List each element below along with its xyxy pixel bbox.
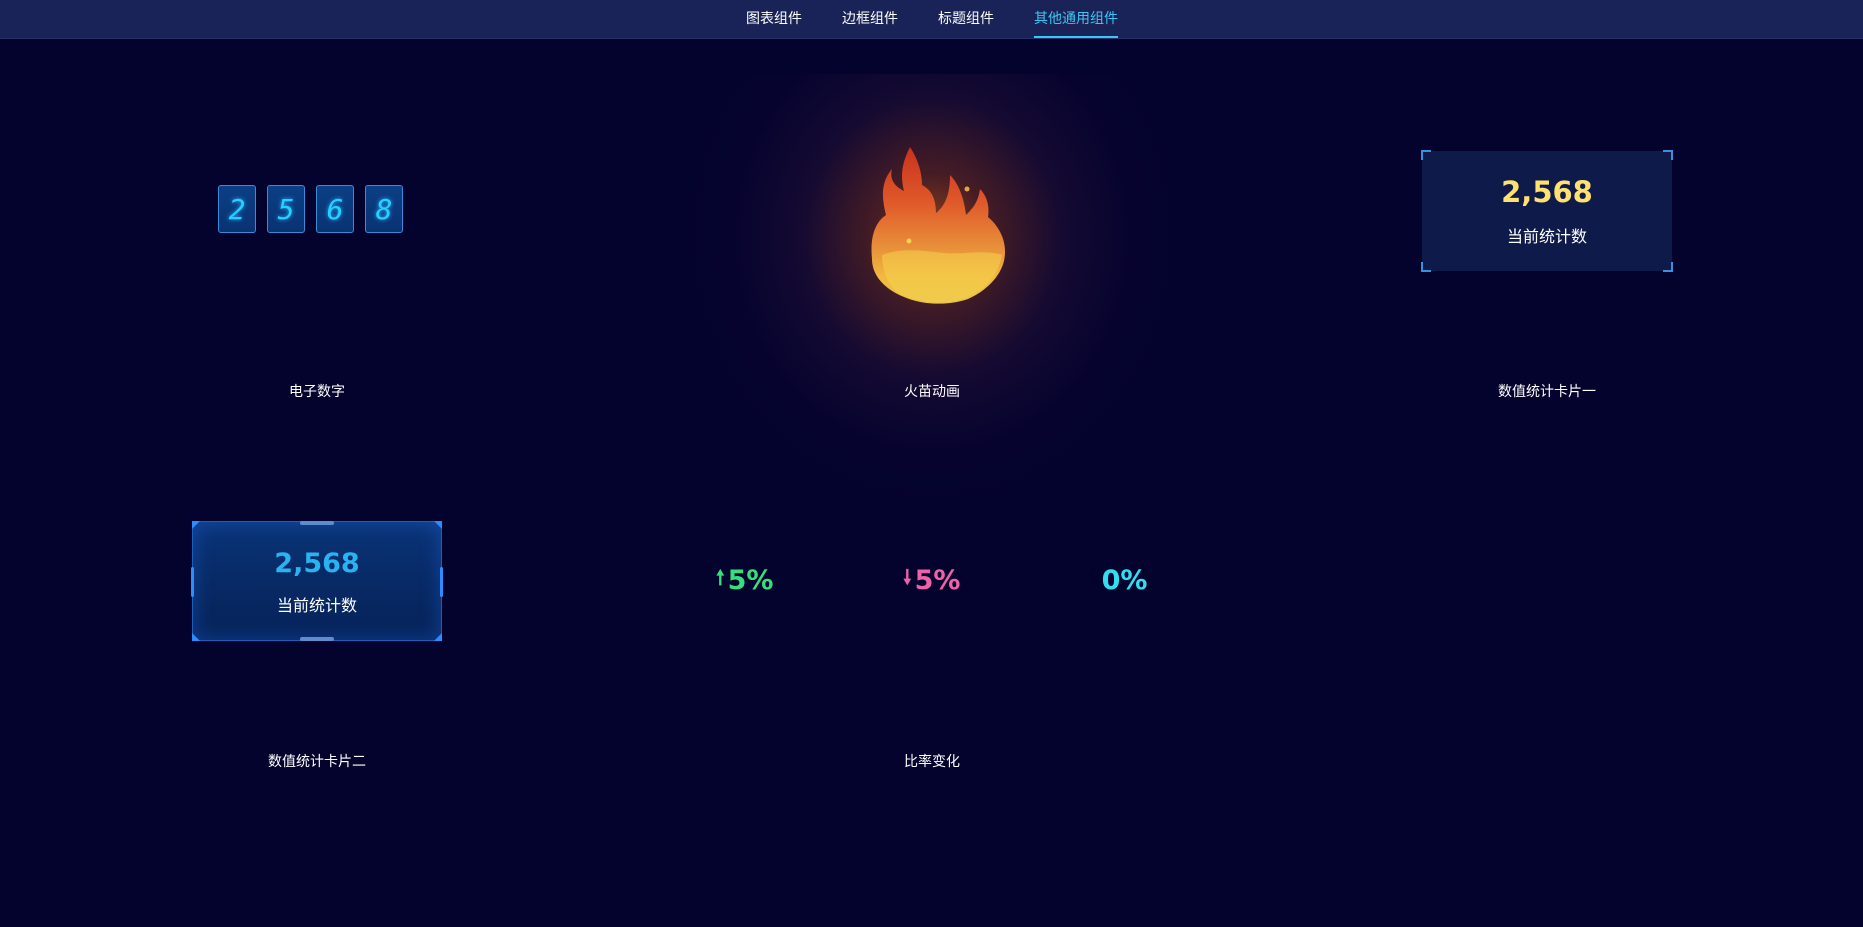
tab-border-components[interactable]: 边框组件 [842,0,898,38]
tab-title-components[interactable]: 标题组件 [938,0,994,38]
rate-value: 5% [914,564,961,596]
arrow-up-icon: 🠕 [716,565,725,589]
rate-change-label: 比率变化 [904,754,960,770]
electronic-digits-label: 电子数字 [289,384,345,400]
rate-value: 5% [727,564,774,596]
corner-decoration [192,521,200,529]
digit-box: 2 [218,185,256,233]
electronic-digits: 2 5 6 8 [218,185,403,233]
stat-card-two-label: 数值统计卡片二 [268,754,366,770]
stat-card-one: 2,568 当前统计数 [1421,150,1673,272]
corner-decoration [1663,262,1673,272]
stat-caption: 当前统计数 [1506,227,1587,246]
tab-chart-components[interactable]: 图表组件 [746,0,802,38]
arrow-down-icon: 🠗 [903,565,912,589]
digit-box: 5 [267,185,305,233]
stat-value: 2,568 [1501,175,1593,209]
corner-decoration [1663,150,1673,160]
digit-box: 8 [365,185,403,233]
digit-box: 6 [316,185,354,233]
rate-down: 🠗 5% [903,563,960,597]
stat-caption: 当前统计数 [276,596,357,615]
rate-flat: 🠕 0% [1090,563,1147,597]
corner-decoration [434,633,442,641]
corner-decoration [1421,262,1431,272]
stat-card-one-label: 数值统计卡片一 [1498,384,1596,400]
top-nav-bar: 图表组件 边框组件 标题组件 其他通用组件 [0,0,1863,39]
rate-up: 🠕 5% [716,563,773,597]
flame-icon [871,147,1006,304]
stat-card-two: 2,568 当前统计数 [191,521,443,641]
corner-decoration [1421,150,1431,160]
bottom-notch-decoration [300,637,334,641]
top-notch-decoration [300,521,334,525]
flame-animation-label: 火苗动画 [904,384,960,400]
rate-value: 0% [1101,564,1148,596]
stat-value: 2,568 [274,548,360,579]
arrow-up-icon: 🠕 [1090,565,1099,589]
corner-decoration [192,633,200,641]
corner-decoration [434,521,442,529]
tab-other-components[interactable]: 其他通用组件 [1034,0,1118,38]
nav-tabs: 图表组件 边框组件 标题组件 其他通用组件 [0,0,1863,38]
